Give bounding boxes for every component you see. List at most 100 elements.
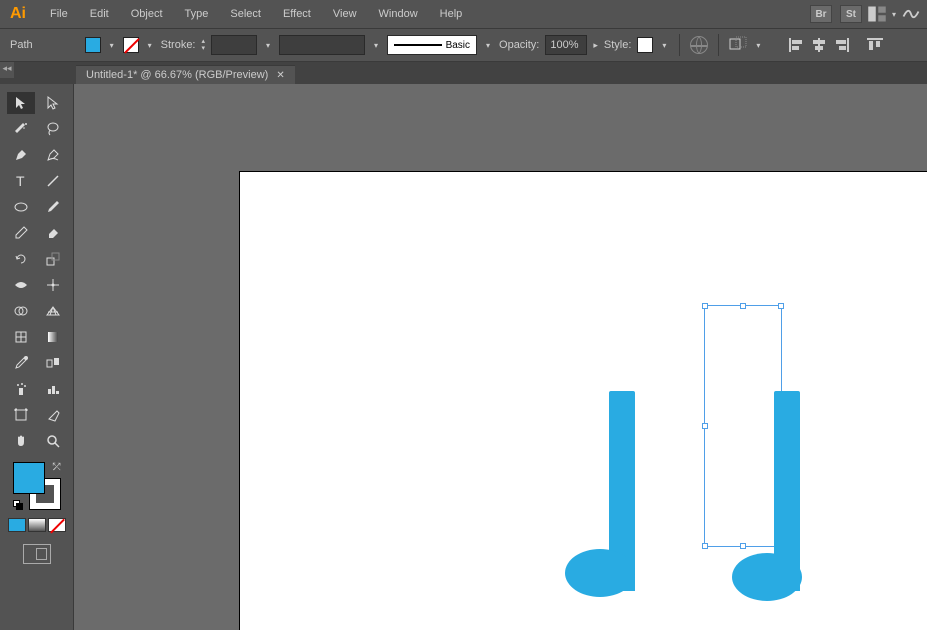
svg-text:T: T [16,173,25,189]
curvature-tool[interactable] [39,144,67,166]
menubar: Ai File Edit Object Type Select Effect V… [0,0,927,28]
perspective-grid-tool[interactable] [39,300,67,322]
menu-select[interactable]: Select [220,4,271,24]
variable-width-dropdown[interactable] [371,37,381,53]
panel-collapse-handle[interactable]: ◂◂ [0,62,14,78]
selection-type-label: Path [10,39,33,51]
opacity-label: Opacity: [499,39,539,51]
brush-definition[interactable]: Basic [387,35,477,55]
default-fill-stroke-icon[interactable] [13,500,23,510]
transform-panel-icon[interactable] [729,36,747,55]
scale-tool[interactable] [39,248,67,270]
hand-tool[interactable] [7,430,35,452]
color-mode-none[interactable] [48,518,66,532]
shape-builder-tool[interactable] [7,300,35,322]
color-mode-color[interactable] [8,518,26,532]
graphic-style-swatch[interactable] [637,37,653,53]
selection-handle-w[interactable] [702,423,708,429]
brush-dropdown[interactable] [483,37,493,53]
selection-handle-s[interactable] [740,543,746,549]
canvas[interactable] [74,84,927,630]
opacity-slider-toggle[interactable]: ▸ [593,40,598,51]
mesh-tool[interactable] [7,326,35,348]
variable-width-profile[interactable] [279,35,365,55]
zoom-tool[interactable] [39,430,67,452]
align-hcenter-icon[interactable] [811,38,827,52]
control-bar: Path Stroke: ▴ ▾ Basic Opacity: 100% ▸ S… [0,28,927,62]
graphic-style-dropdown[interactable] [659,37,669,53]
width-tool[interactable] [7,274,35,296]
free-transform-tool[interactable] [39,274,67,296]
recolor-artwork-icon[interactable] [690,36,708,54]
stroke-weight-down[interactable]: ▾ [202,45,206,52]
bridge-button[interactable]: Br [810,5,832,23]
menu-view[interactable]: View [323,4,367,24]
stock-button[interactable]: St [840,5,862,23]
stroke-weight-input[interactable] [211,35,257,55]
align-top-icon[interactable] [867,38,883,52]
fill-swatch[interactable] [85,37,101,53]
color-mode-row [8,518,66,532]
ellipse-tool[interactable] [7,196,35,218]
align-right-icon[interactable] [833,38,849,52]
direct-selection-tool[interactable] [39,92,67,114]
selection-bounding-box[interactable] [704,305,782,547]
document-tabbar: Untitled-1* @ 66.67% (RGB/Preview) ✕ [0,62,927,84]
eraser-tool[interactable] [39,222,67,244]
eyedropper-tool[interactable] [7,352,35,374]
stroke-dropdown[interactable] [145,37,155,53]
stroke-weight-up[interactable]: ▴ [202,38,206,45]
tools-panel: T [0,84,74,630]
stroke-swatch[interactable] [123,37,139,53]
selection-tool[interactable] [7,92,35,114]
stroke-weight-dropdown[interactable] [263,37,273,53]
selection-handle-ne[interactable] [778,303,784,309]
selection-handle-n[interactable] [740,303,746,309]
gpu-preview-icon[interactable] [901,5,921,23]
lasso-tool[interactable] [39,118,67,140]
fill-dropdown[interactable] [107,37,117,53]
opacity-value: 100% [550,39,578,51]
menu-object[interactable]: Object [121,4,173,24]
selection-handle-sw[interactable] [702,543,708,549]
column-graph-tool[interactable] [39,378,67,400]
brush-name: Basic [446,40,470,51]
swap-fill-stroke-icon[interactable]: ⤱ [53,462,61,473]
style-label: Style: [604,39,632,51]
music-note-shape-2[interactable] [774,391,800,591]
opacity-input[interactable]: 100% [545,35,587,55]
music-note-shape-1[interactable] [609,391,635,591]
menu-file[interactable]: File [40,4,78,24]
rotate-tool[interactable] [7,248,35,270]
menu-type[interactable]: Type [175,4,219,24]
paintbrush-tool[interactable] [39,196,67,218]
menu-edit[interactable]: Edit [80,4,119,24]
slice-tool[interactable] [39,404,67,426]
screen-mode-icon[interactable] [23,544,51,564]
align-left-icon[interactable] [789,38,805,52]
close-tab-icon[interactable]: ✕ [276,70,284,81]
line-segment-tool[interactable] [39,170,67,192]
fill-color-box[interactable] [13,462,45,494]
pencil-tool[interactable] [7,222,35,244]
symbol-sprayer-tool[interactable] [7,378,35,400]
pen-tool[interactable] [7,144,35,166]
blend-tool[interactable] [39,352,67,374]
menu-help[interactable]: Help [430,4,473,24]
type-tool[interactable]: T [7,170,35,192]
menu-effect[interactable]: Effect [273,4,321,24]
app-logo: Ai [6,5,30,23]
color-mode-gradient[interactable] [28,518,46,532]
document-tab[interactable]: Untitled-1* @ 66.67% (RGB/Preview) ✕ [76,65,295,84]
magic-wand-tool[interactable] [7,118,35,140]
transform-dropdown[interactable] [753,37,763,53]
selection-handle-nw[interactable] [702,303,708,309]
fill-stroke-control[interactable]: ⤱ [13,462,61,510]
menu-window[interactable]: Window [369,4,428,24]
artboard-tool[interactable] [7,404,35,426]
document-tab-title: Untitled-1* @ 66.67% (RGB/Preview) [86,69,268,81]
arrange-documents-icon[interactable] [867,5,887,23]
gradient-tool[interactable] [39,326,67,348]
arrange-documents-dropdown[interactable] [889,6,899,22]
stroke-weight-label: Stroke: [161,39,196,51]
